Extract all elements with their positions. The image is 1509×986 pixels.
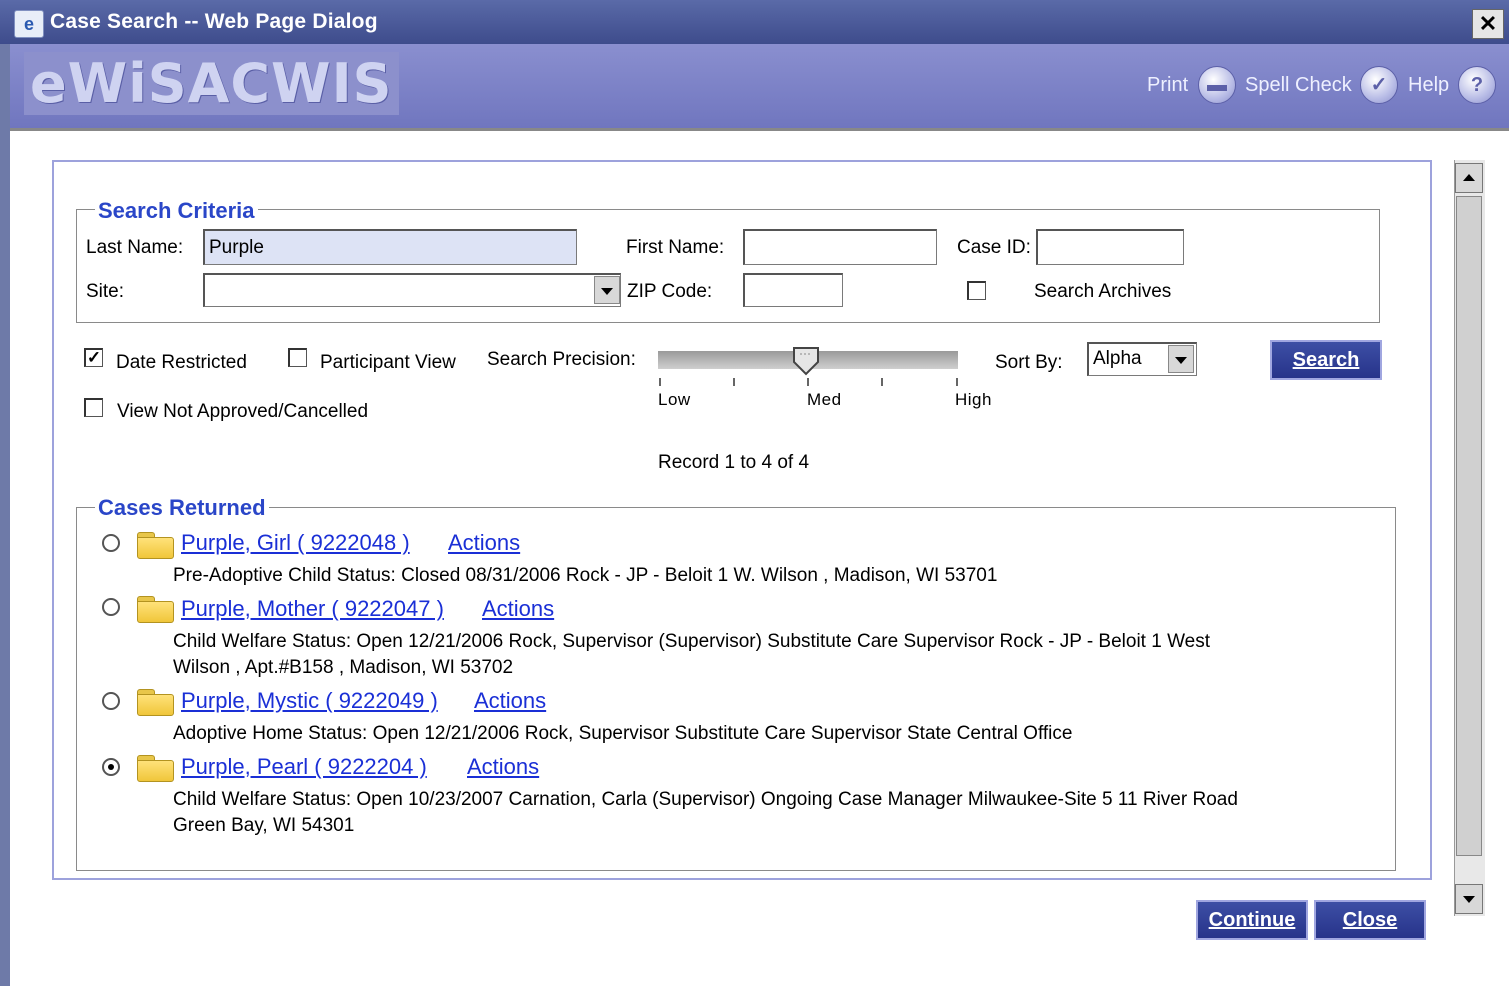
help-link[interactable]: Help <box>1408 74 1449 97</box>
case-link-2[interactable]: Purple, Mother ( 9222047 ) <box>181 596 444 622</box>
sort-by-dropdown-arrow-icon[interactable] <box>1168 345 1194 373</box>
slider-tick <box>807 378 809 386</box>
participant-view-label: Participant View <box>320 352 456 373</box>
case-actions-link-4[interactable]: Actions <box>467 754 539 780</box>
view-not-approved-label: View Not Approved/Cancelled <box>117 401 369 422</box>
case-id-input[interactable] <box>1036 229 1184 265</box>
precision-low-label: Low <box>658 390 691 409</box>
slider-tick <box>733 378 735 386</box>
participant-view-checkbox[interactable] <box>288 348 307 367</box>
view-not-approved-checkbox[interactable] <box>84 398 103 417</box>
first-name-input[interactable] <box>743 229 937 265</box>
site-dropdown-arrow-icon[interactable] <box>594 276 620 304</box>
print-icon[interactable]: ▬ <box>1198 66 1236 104</box>
print-link[interactable]: Print <box>1147 74 1188 97</box>
app-logo: eWiSACWIS <box>24 52 399 115</box>
scroll-up-arrow-icon[interactable] <box>1455 163 1483 193</box>
case-actions-link-2[interactable]: Actions <box>482 596 554 622</box>
folder-icon <box>137 689 174 716</box>
ie-dialog-icon: e <box>14 10 44 38</box>
case-actions-link-3[interactable]: Actions <box>474 688 546 714</box>
case-detail-4: Child Welfare Status: Open 10/23/2007 Ca… <box>173 789 1238 810</box>
sort-by-value: Alpha <box>1093 348 1142 369</box>
zip-code-label: ZIP Code: <box>627 281 713 302</box>
continue-button[interactable]: Continue <box>1196 900 1308 940</box>
case-detail-2-cont: Wilson , Apt.#B158 , Madison, WI 53702 <box>173 657 514 678</box>
case-radio-1[interactable] <box>102 534 120 552</box>
cases-returned-legend: Cases Returned <box>95 495 269 521</box>
case-radio-4[interactable] <box>102 758 120 776</box>
sort-by-label: Sort By: <box>995 352 1063 373</box>
site-label: Site: <box>86 281 125 302</box>
case-detail-2: Child Welfare Status: Open 12/21/2006 Ro… <box>173 631 1211 652</box>
case-detail-1: Pre-Adoptive Child Status: Closed 08/31/… <box>173 565 998 586</box>
precision-high-label: High <box>955 390 992 409</box>
first-name-label: First Name: <box>626 237 725 258</box>
slider-tick <box>956 378 958 386</box>
precision-med-label: Med <box>807 390 842 409</box>
case-detail-3: Adoptive Home Status: Open 12/21/2006 Ro… <box>173 723 1073 744</box>
case-link-3[interactable]: Purple, Mystic ( 9222049 ) <box>181 688 438 714</box>
last-name-label: Last Name: <box>86 237 184 258</box>
date-restricted-checkbox[interactable]: ✓ <box>84 348 103 367</box>
case-detail-4-cont: Green Bay, WI 54301 <box>173 815 355 836</box>
folder-icon <box>137 532 174 559</box>
window-close-button[interactable]: ✕ <box>1472 9 1504 39</box>
scroll-down-arrow-icon[interactable] <box>1455 884 1483 914</box>
search-criteria-legend: Search Criteria <box>95 198 258 224</box>
case-radio-3[interactable] <box>102 692 120 710</box>
window-title: Case Search -- Web Page Dialog <box>50 10 378 33</box>
search-archives-label: Search Archives <box>1034 281 1172 302</box>
close-button[interactable]: Close <box>1314 900 1426 940</box>
case-radio-2[interactable] <box>102 598 120 616</box>
spell-check-icon[interactable]: ✓ <box>1360 66 1398 104</box>
spell-check-link[interactable]: Spell Check <box>1245 74 1352 97</box>
slider-tick <box>881 378 883 386</box>
slider-tick <box>659 378 661 386</box>
zip-code-input[interactable] <box>743 273 843 307</box>
slider-thumb[interactable] <box>792 346 820 376</box>
site-select[interactable] <box>203 273 621 307</box>
folder-icon <box>137 596 174 623</box>
record-count: Record 1 to 4 of 4 <box>658 452 810 473</box>
case-link-4[interactable]: Purple, Pearl ( 9222204 ) <box>181 754 427 780</box>
case-link-1[interactable]: Purple, Girl ( 9222048 ) <box>181 530 410 556</box>
last-name-input[interactable] <box>203 229 577 265</box>
search-precision-label: Search Precision: <box>487 349 636 370</box>
app-header: eWiSACWIS Print ▬ Spell Check ✓ Help ? <box>10 44 1509 128</box>
date-restricted-label: Date Restricted <box>116 352 247 373</box>
scrollbar-thumb[interactable] <box>1456 196 1482 856</box>
folder-icon <box>137 755 174 782</box>
case-id-label: Case ID: <box>957 237 1031 258</box>
case-actions-link-1[interactable]: Actions <box>448 530 520 556</box>
help-icon[interactable]: ? <box>1458 66 1496 104</box>
search-archives-checkbox[interactable] <box>967 281 986 300</box>
search-button[interactable]: Search <box>1270 340 1382 380</box>
